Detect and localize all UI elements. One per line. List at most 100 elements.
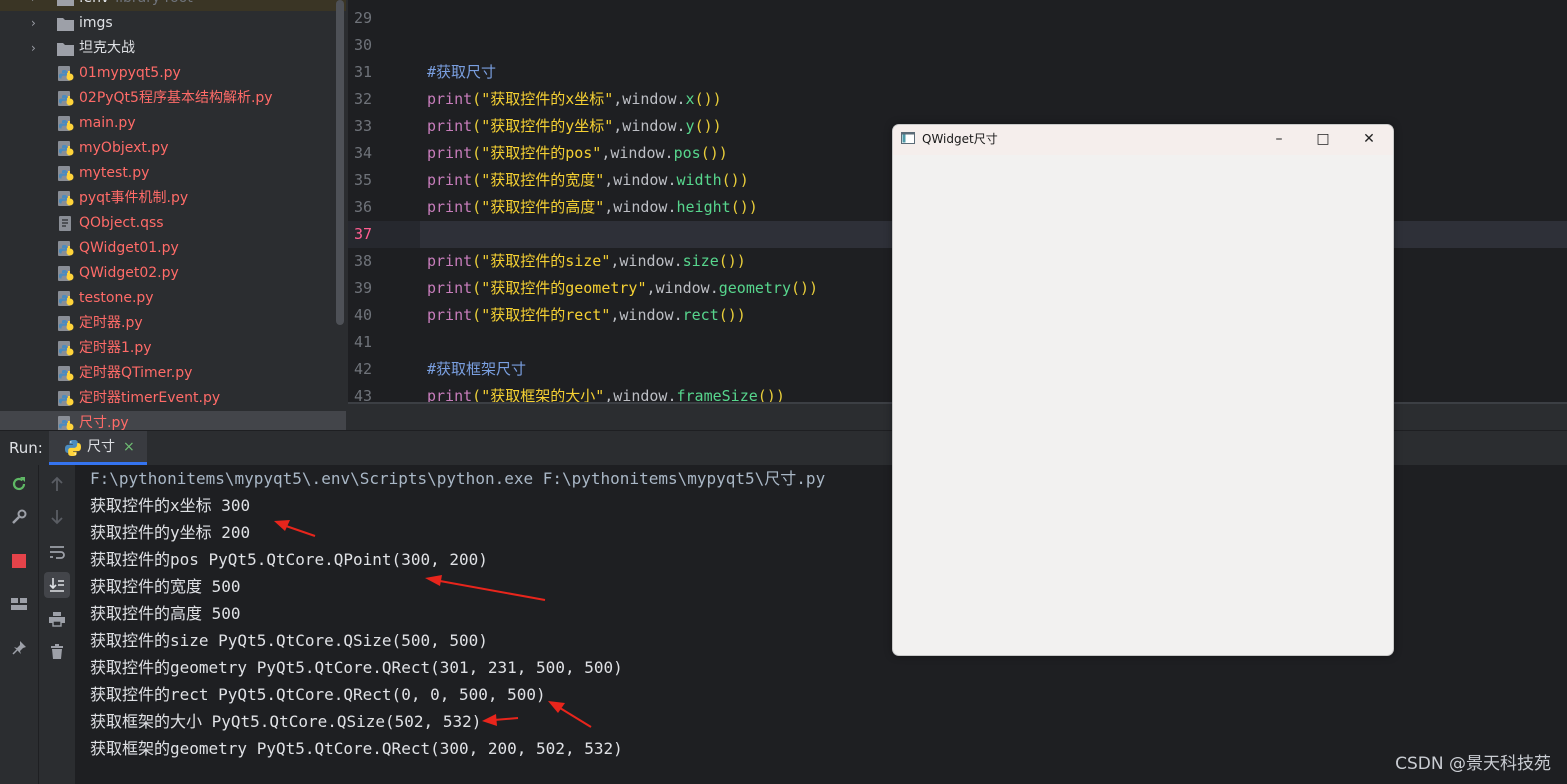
python-file-icon	[58, 341, 74, 356]
code-line[interactable]: 31 #获取尺寸	[348, 59, 1567, 86]
tree-file-item[interactable]: pyqt事件机制.py	[0, 186, 346, 211]
code-plain: ,window.	[604, 171, 677, 189]
tree-file-item[interactable]: 定时器timerEvent.py	[0, 386, 346, 411]
code-paren: (	[472, 252, 482, 270]
rerun-button[interactable]	[8, 473, 30, 495]
qt-window-titlebar[interactable]: QWidget尺寸 – □ ✕	[893, 125, 1393, 155]
tree-file-item[interactable]: testone.py	[0, 286, 346, 311]
code-method: height	[676, 198, 731, 216]
python-file-icon	[58, 241, 74, 256]
line-number: 40	[353, 306, 372, 324]
stop-button[interactable]	[8, 550, 30, 572]
code-text: print("获取控件的高度",window.height())	[427, 194, 758, 221]
qt-close-button[interactable]: ✕	[1347, 125, 1391, 153]
code-paren: ())	[730, 198, 758, 216]
print-button[interactable]	[46, 608, 68, 630]
tree-file-item[interactable]: QWidget01.py	[0, 236, 346, 261]
tree-file-item[interactable]: 02PyQt5程序基本结构解析.py	[0, 86, 346, 111]
code-string: "获取控件的size"	[481, 252, 611, 270]
tree-item-label: mytest.py	[79, 161, 149, 186]
code-line-content	[420, 5, 1567, 32]
qt-window-title: QWidget尺寸	[922, 132, 998, 146]
tree-file-item[interactable]: 01mypyqt5.py	[0, 61, 346, 86]
qt-widget-window[interactable]: QWidget尺寸 – □ ✕	[892, 124, 1394, 656]
code-plain: ,window.	[613, 117, 686, 135]
run-tab-close-button[interactable]: ×	[123, 431, 135, 463]
tree-folder-item[interactable]: › imgs	[0, 11, 346, 36]
scroll-to-end-button[interactable]	[44, 572, 70, 598]
soft-wrap-button[interactable]	[46, 541, 68, 563]
python-icon	[65, 440, 81, 456]
tree-item-name: .env	[79, 0, 109, 6]
settings-wrench-button[interactable]	[8, 506, 30, 528]
code-text: print("获取控件的rect",window.rect())	[427, 302, 746, 329]
tree-item-label: 01mypyqt5.py	[79, 61, 181, 86]
code-paren: ())	[694, 117, 722, 135]
tree-file-item[interactable]: 定时器QTimer.py	[0, 361, 346, 386]
console-output-line: 获取框架的大小 PyQt5.QtCore.QSize(502, 532)	[90, 712, 482, 731]
code-text: print("获取控件的size",window.size())	[427, 248, 746, 275]
code-paren: (	[472, 198, 482, 216]
tree-item-label: QObject.qss	[79, 211, 164, 236]
clear-all-button[interactable]	[46, 641, 68, 663]
code-keyword: print	[427, 90, 473, 108]
scroll-up-button[interactable]	[46, 473, 68, 495]
expand-chevron-icon[interactable]: ›	[31, 36, 43, 61]
tree-file-item[interactable]: QObject.qss	[0, 211, 346, 236]
code-paren: (	[472, 117, 482, 135]
tree-item-label: QWidget02.py	[79, 261, 179, 286]
tree-file-item[interactable]: 定时器.py	[0, 311, 346, 336]
qt-maximize-button[interactable]: □	[1301, 125, 1345, 153]
pin-button[interactable]	[8, 637, 30, 659]
code-comment: #获取框架尺寸	[427, 360, 527, 378]
scroll-to-end-icon	[49, 578, 64, 592]
minimize-icon: –	[1275, 131, 1283, 147]
tree-item-label: 定时器QTimer.py	[79, 361, 192, 386]
tree-file-item[interactable]: mytest.py	[0, 161, 346, 186]
expand-chevron-icon[interactable]: ›	[31, 0, 43, 11]
tree-folder-item[interactable]: › .env library root	[0, 0, 346, 11]
qt-minimize-button[interactable]: –	[1257, 125, 1301, 153]
run-tab-chicun[interactable]: 尺寸 ×	[49, 431, 147, 465]
line-number: 32	[353, 90, 372, 108]
code-text: #获取框架尺寸	[427, 356, 526, 383]
tree-file-item[interactable]: myObjext.py	[0, 136, 346, 161]
layout-button[interactable]	[8, 593, 30, 615]
tree-item-name: imgs	[79, 15, 113, 31]
line-number: 38	[353, 252, 372, 270]
code-line-content: #获取尺寸	[420, 59, 1567, 86]
run-title: Run:	[9, 439, 43, 457]
folder-icon	[57, 43, 74, 56]
console-output-line: 获取控件的x坐标 300	[90, 496, 251, 515]
expand-chevron-icon[interactable]: ›	[31, 11, 43, 36]
tree-item-name: pyqt事件机制.py	[79, 190, 189, 206]
code-line[interactable]: 32 print("获取控件的x坐标",window.x())	[348, 86, 1567, 113]
code-line[interactable]: 29	[348, 5, 1567, 32]
tree-item-name: QWidget02.py	[79, 265, 179, 281]
code-paren: ())	[791, 279, 819, 297]
code-line[interactable]: 30	[348, 32, 1567, 59]
tree-file-item[interactable]: 定时器1.py	[0, 336, 346, 361]
line-number: 34	[353, 144, 372, 162]
app-window-icon	[901, 132, 915, 144]
line-number: 35	[353, 171, 372, 189]
arrow-down-icon	[51, 510, 63, 525]
code-paren: ())	[721, 171, 749, 189]
tree-item-name: 定时器1.py	[79, 340, 152, 356]
tree-file-item[interactable]: QWidget02.py	[0, 261, 346, 286]
tree-item-name: myObjext.py	[79, 140, 169, 156]
line-number: 36	[353, 198, 372, 216]
soft-wrap-icon	[50, 546, 65, 559]
project-tree-scrollbar[interactable]	[336, 0, 344, 325]
layout-icon	[11, 598, 27, 610]
line-number: 30	[353, 36, 372, 54]
code-keyword: print	[427, 144, 473, 162]
code-paren: (	[472, 144, 482, 162]
code-text: print("获取控件的y坐标",window.y())	[427, 113, 722, 140]
tree-folder-item[interactable]: › 坦克大战	[0, 36, 346, 61]
scroll-down-button[interactable]	[46, 506, 68, 528]
tree-item-label: imgs	[79, 11, 113, 36]
tree-file-item[interactable]: main.py	[0, 111, 346, 136]
python-file-icon	[58, 66, 74, 81]
tree-file-item[interactable]: 尺寸.py	[0, 411, 346, 430]
